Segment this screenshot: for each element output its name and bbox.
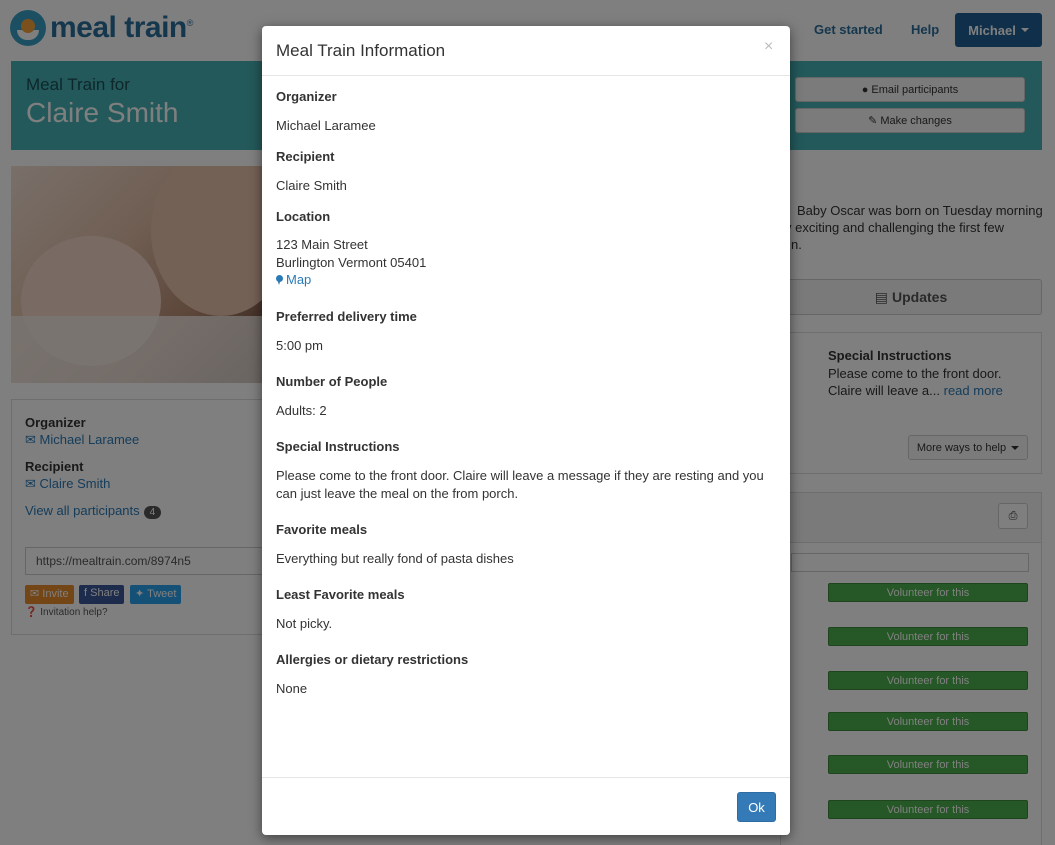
- map-link[interactable]: Map: [276, 272, 311, 287]
- special-instructions-label: Special Instructions: [276, 439, 400, 454]
- ok-button[interactable]: Ok: [737, 792, 776, 822]
- number-of-people-label: Number of People: [276, 374, 388, 389]
- location-label: Location: [276, 209, 331, 224]
- organizer-label: Organizer: [276, 89, 337, 104]
- special-instructions-value: Please come to the front door. Claire wi…: [276, 468, 764, 501]
- least-favorite-meals-label: Least Favorite meals: [276, 587, 405, 602]
- number-of-people-value: Adults: 2: [276, 403, 327, 418]
- favorite-meals-value: Everything but really fond of pasta dish…: [276, 551, 514, 566]
- allergies-value: None: [276, 681, 308, 696]
- modal-title: Meal Train Information: [276, 41, 446, 60]
- least-favorite-meals-value: Not picky.: [276, 616, 333, 631]
- favorite-meals-label: Favorite meals: [276, 522, 368, 537]
- allergies-label: Allergies or dietary restrictions: [276, 652, 469, 667]
- organizer-value: Michael Laramee: [276, 118, 376, 133]
- meal-train-info-modal: Meal Train Information × Organizer Micha…: [262, 26, 790, 835]
- address-line-2: Burlington Vermont 05401: [276, 255, 427, 270]
- map-marker-icon: [276, 275, 283, 285]
- close-icon[interactable]: ×: [764, 38, 773, 56]
- delivery-time-label: Preferred delivery time: [276, 309, 417, 324]
- delivery-time-value: 5:00 pm: [276, 338, 323, 353]
- recipient-label: Recipient: [276, 149, 335, 164]
- modal-footer: Ok: [262, 777, 790, 835]
- address-line-1: 123 Main Street: [276, 237, 368, 252]
- recipient-value: Claire Smith: [276, 178, 347, 193]
- modal-header: Meal Train Information ×: [262, 26, 790, 76]
